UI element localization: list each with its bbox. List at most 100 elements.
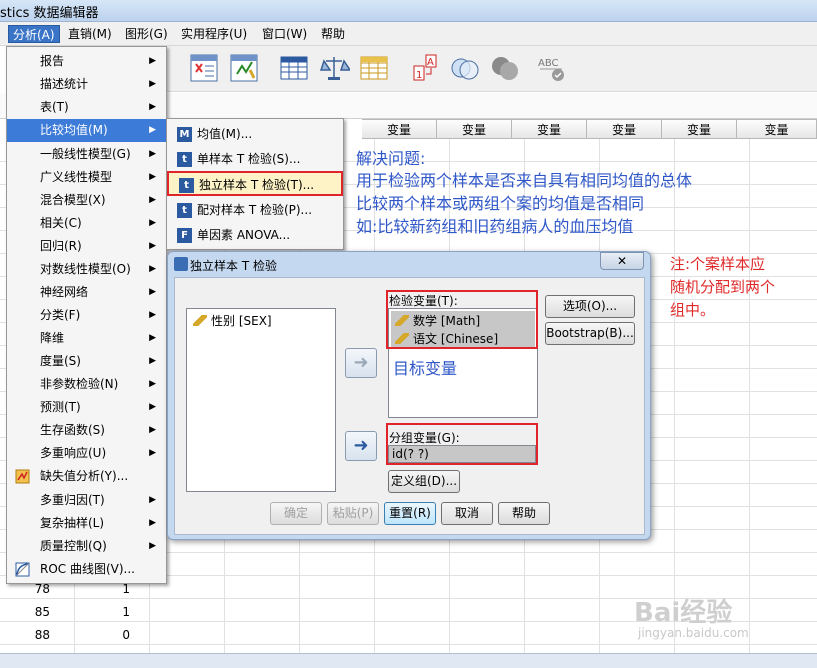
- menu-direct-marketing[interactable]: 直销(M): [64, 25, 116, 43]
- menu-item-compare-means[interactable]: 比较均值(M) ▶: [7, 119, 166, 142]
- move-to-group-button[interactable]: ➜: [345, 431, 377, 461]
- menu-item-multiple-imputation[interactable]: 多重归因(T) ▶: [7, 489, 166, 512]
- variable-column-header[interactable]: 变量: [362, 119, 437, 139]
- submenu-arrow-icon: ▶: [149, 195, 156, 205]
- menu-item-correlate[interactable]: 相关(C) ▶: [7, 212, 166, 235]
- submenu-arrow-icon: ▶: [149, 241, 156, 251]
- variable-column-header[interactable]: 变量: [662, 119, 737, 139]
- menu-item-label: 预测(T): [40, 400, 81, 414]
- data-cell[interactable]: 78: [0, 582, 56, 596]
- submenu-item-paired-t[interactable]: t 配对样本 T 检验(P)...: [167, 198, 343, 223]
- menu-item-missing-value[interactable]: 缺失值分析(Y)...: [7, 465, 166, 488]
- menu-item-multiple-response[interactable]: 多重响应(U) ▶: [7, 442, 166, 465]
- reset-button[interactable]: 重置(R): [384, 502, 436, 525]
- submenu-arrow-icon: ▶: [149, 102, 156, 112]
- menu-analyze[interactable]: 分析(A): [8, 25, 60, 43]
- menu-item-glm[interactable]: 一般线性模型(G) ▶: [7, 143, 166, 166]
- svg-text:A: A: [427, 57, 434, 68]
- svg-text:ABC: ABC: [538, 58, 559, 69]
- variable-column-header[interactable]: 变量: [737, 119, 817, 139]
- menu-item-label: 神经网络: [40, 285, 89, 299]
- submenu-item-independent-t[interactable]: t 独立样本 T 检验(T)...: [167, 171, 343, 196]
- menu-item-complex-samples[interactable]: 复杂抽样(L) ▶: [7, 512, 166, 535]
- submenu-arrow-icon: ▶: [149, 448, 156, 458]
- menu-item-forecasting[interactable]: 预测(T) ▶: [7, 396, 166, 419]
- variable-column-header[interactable]: 变量: [512, 119, 587, 139]
- use-sets-icon[interactable]: [449, 52, 481, 84]
- insert-cases-icon[interactable]: [188, 52, 220, 84]
- data-cell[interactable]: 0: [56, 628, 136, 642]
- menu-item-quality-control[interactable]: 质量控制(Q) ▶: [7, 535, 166, 558]
- paste-button[interactable]: 粘贴(P): [327, 502, 379, 525]
- watermark-url: jingyan.baidu.com: [638, 626, 749, 640]
- dialog-close-button[interactable]: ✕: [600, 252, 644, 270]
- submenu-arrow-icon: ▶: [149, 356, 156, 366]
- menu-item-neural[interactable]: 神经网络 ▶: [7, 281, 166, 304]
- submenu-arrow-icon: ▶: [149, 79, 156, 89]
- menu-help[interactable]: 帮助: [317, 25, 349, 43]
- submenu-item-label: 单因素 ANOVA...: [197, 228, 291, 242]
- ok-button[interactable]: 确定: [270, 502, 322, 525]
- menu-item-label: ROC 曲线图(V)...: [40, 562, 135, 576]
- menu-item-scale[interactable]: 度量(S) ▶: [7, 350, 166, 373]
- submenu-arrow-icon: ▶: [149, 56, 156, 66]
- split-file-icon[interactable]: [278, 52, 310, 84]
- dialog-title: 独立样本 T 检验: [190, 259, 277, 273]
- toolbar: 1A ABC: [166, 46, 817, 92]
- menu-item-tables[interactable]: 表(T) ▶: [7, 96, 166, 119]
- show-all-variables-icon[interactable]: [489, 52, 521, 84]
- menu-item-label: 度量(S): [40, 354, 81, 368]
- define-groups-button[interactable]: 定义组(D)...: [388, 470, 460, 493]
- menu-item-label: 对数线性模型(O): [40, 262, 131, 276]
- cancel-button[interactable]: 取消: [441, 502, 493, 525]
- menu-item-dimension[interactable]: 降维 ▶: [7, 327, 166, 350]
- submenu-item-one-sample-t[interactable]: t 单样本 T 检验(S)...: [167, 147, 343, 172]
- submenu-item-label: 配对样本 T 检验(P)...: [197, 203, 313, 217]
- menu-item-reports[interactable]: 报告 ▶: [7, 50, 166, 73]
- menu-window[interactable]: 窗口(W): [258, 25, 311, 43]
- annotation-problem-title: 解决问题:: [356, 149, 426, 168]
- submenu-arrow-icon: ▶: [149, 518, 156, 528]
- data-cell[interactable]: 85: [0, 605, 56, 619]
- help-button[interactable]: 帮助: [498, 502, 550, 525]
- menu-item-loglinear[interactable]: 对数线性模型(O) ▶: [7, 258, 166, 281]
- menu-item-classify[interactable]: 分类(F) ▶: [7, 304, 166, 327]
- move-to-test-button[interactable]: ➜: [345, 348, 377, 378]
- weight-cases-icon[interactable]: [318, 52, 350, 84]
- menu-item-mixed[interactable]: 混合模型(X) ▶: [7, 189, 166, 212]
- dialog-body: 性别 [SEX] ➜ ➜ 检验变量(T): 数学 [Math] 语文 [Chin…: [174, 277, 645, 535]
- means-icon: M: [177, 127, 192, 142]
- options-button[interactable]: 选项(O)...: [545, 295, 635, 318]
- select-cases-icon[interactable]: [358, 52, 390, 84]
- menu-item-descriptive[interactable]: 描述统计 ▶: [7, 73, 166, 96]
- svg-text:1: 1: [416, 70, 422, 81]
- menu-item-label: 混合模型(X): [40, 193, 106, 207]
- submenu-item-one-way-anova[interactable]: F 单因素 ANOVA...: [167, 223, 343, 248]
- submenu-arrow-icon: ▶: [149, 379, 156, 389]
- submenu-item-means[interactable]: M 均值(M)...: [167, 122, 343, 147]
- missing-value-icon: [15, 469, 30, 484]
- menu-item-regression[interactable]: 回归(R) ▶: [7, 235, 166, 258]
- data-cell[interactable]: 1: [56, 605, 136, 619]
- highlight-test-variables: [386, 290, 538, 349]
- insert-variable-icon[interactable]: [228, 52, 260, 84]
- variable-item-sex[interactable]: 性别 [SEX]: [191, 312, 272, 330]
- menu-utilities[interactable]: 实用程序(U): [177, 25, 251, 43]
- spell-check-icon[interactable]: ABC: [536, 52, 568, 84]
- menu-item-survival[interactable]: 生存函数(S) ▶: [7, 419, 166, 442]
- variable-column-header[interactable]: 变量: [437, 119, 512, 139]
- menu-item-label: 质量控制(Q): [40, 539, 107, 553]
- menu-item-roc[interactable]: ROC 曲线图(V)...: [7, 558, 166, 581]
- submenu-arrow-icon: ▶: [149, 425, 156, 435]
- bootstrap-button[interactable]: Bootstrap(B)...: [545, 322, 635, 345]
- variable-column-header[interactable]: 变量: [587, 119, 662, 139]
- menu-graphs[interactable]: 图形(G): [121, 25, 172, 43]
- data-cell[interactable]: 88: [0, 628, 56, 642]
- data-cell[interactable]: 1: [56, 582, 136, 596]
- menu-item-genlin[interactable]: 广义线性模型 ▶: [7, 166, 166, 189]
- value-labels-icon[interactable]: 1A: [410, 52, 442, 84]
- annotation-problem-line: 用于检验两个样本是否来自具有相同均值的总体: [356, 171, 693, 190]
- menu-item-nonparametric[interactable]: 非参数检验(N) ▶: [7, 373, 166, 396]
- title-bar: stics 数据编辑器: [0, 0, 817, 22]
- source-variable-list[interactable]: 性别 [SEX]: [186, 308, 336, 492]
